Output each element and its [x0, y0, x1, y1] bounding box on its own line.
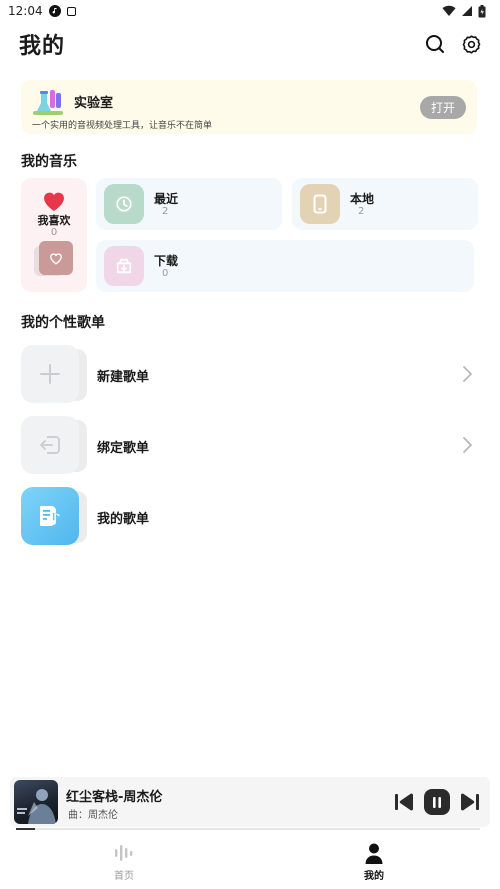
next-track-icon[interactable]	[460, 793, 480, 811]
new-playlist-cover	[21, 345, 79, 403]
recent-icon-box	[104, 184, 144, 224]
playlists-title: 我的个性歌单	[21, 315, 105, 331]
heart-icon	[44, 192, 64, 211]
recent-label: 最近	[154, 192, 179, 206]
player-controls	[394, 789, 480, 815]
chevron-right-icon	[463, 366, 472, 382]
equalizer-icon	[84, 842, 164, 864]
favorites-label: 我喜欢	[37, 214, 71, 227]
phone-icon	[313, 194, 327, 214]
bind-playlist-label: 绑定歌单	[97, 441, 150, 456]
pause-button[interactable]	[424, 789, 450, 815]
search-icon[interactable]	[424, 33, 446, 55]
top-actions	[424, 33, 482, 55]
my-music-title: 我的音乐	[21, 154, 77, 170]
local-count: 2	[358, 206, 365, 217]
favorites-count: 0	[50, 227, 58, 238]
download-icon-box	[104, 246, 144, 286]
signal-icon	[462, 6, 472, 16]
import-icon	[40, 436, 60, 454]
bind-playlist-row[interactable]: 绑定歌单	[21, 416, 479, 476]
new-playlist-row[interactable]: 新建歌单	[21, 345, 479, 405]
top-bar: 我的	[0, 26, 500, 62]
recent-tile[interactable]: 最近 2	[96, 178, 282, 230]
favorites-card[interactable]: 我喜欢 0	[21, 178, 87, 292]
recent-count: 2	[162, 206, 169, 217]
track-composer: 曲：周杰伦	[68, 810, 118, 821]
lab-flask-icon	[31, 87, 65, 117]
local-icon-box	[300, 184, 340, 224]
settings-gear-icon[interactable]	[460, 33, 482, 55]
my-playlist-label: 我的歌单	[97, 512, 150, 527]
album-cover	[14, 780, 58, 824]
track-title: 红尘客栈-周杰伦	[66, 790, 163, 805]
download-count: 0	[162, 268, 169, 279]
download-label: 下载	[154, 254, 179, 268]
notification-app-icon	[48, 5, 61, 17]
status-left: 12:04	[8, 4, 76, 18]
new-playlist-label: 新建歌单	[97, 370, 150, 385]
chevron-right-icon	[463, 437, 472, 453]
heart-outline-icon	[50, 252, 62, 265]
status-right	[442, 4, 486, 18]
status-bar: 12:04	[0, 0, 500, 22]
bottom-tab-bar: 首页 我的	[0, 834, 500, 889]
lab-open-button[interactable]: 打开	[420, 96, 466, 119]
pause-icon	[433, 796, 441, 808]
notification-square-icon	[66, 6, 76, 16]
tab-home[interactable]: 首页	[84, 842, 164, 882]
music-list-icon	[40, 506, 60, 526]
lab-title: 实验室	[74, 96, 114, 111]
favorites-cover	[39, 241, 73, 275]
my-playlist-row[interactable]: 我的歌单	[21, 487, 479, 547]
mini-player[interactable]: 红尘客栈-周杰伦 曲：周杰伦	[10, 777, 490, 827]
local-label: 本地	[350, 192, 375, 206]
person-icon	[334, 842, 414, 864]
tab-home-label: 首页	[114, 871, 134, 882]
lab-subtitle: 一个实用的音视频处理工具，让音乐不在简单	[32, 121, 213, 131]
battery-icon	[478, 4, 486, 17]
my-playlist-cover	[21, 487, 79, 545]
lab-card[interactable]: 实验室 一个实用的音视频处理工具，让音乐不在简单 打开	[21, 80, 477, 134]
tab-mine-label: 我的	[364, 871, 384, 882]
bind-playlist-cover	[21, 416, 79, 474]
clock-icon	[116, 196, 132, 212]
download-icon	[116, 258, 132, 274]
previous-track-icon[interactable]	[394, 793, 414, 811]
wifi-icon	[442, 5, 456, 16]
playback-progress[interactable]	[16, 828, 480, 830]
playback-progress-fill	[16, 828, 35, 830]
page-title: 我的	[19, 34, 66, 59]
plus-icon	[40, 364, 60, 384]
status-time: 12:04	[8, 4, 43, 18]
local-tile[interactable]: 本地 2	[292, 178, 478, 230]
download-tile[interactable]: 下载 0	[96, 240, 474, 292]
tab-mine[interactable]: 我的	[334, 842, 414, 882]
